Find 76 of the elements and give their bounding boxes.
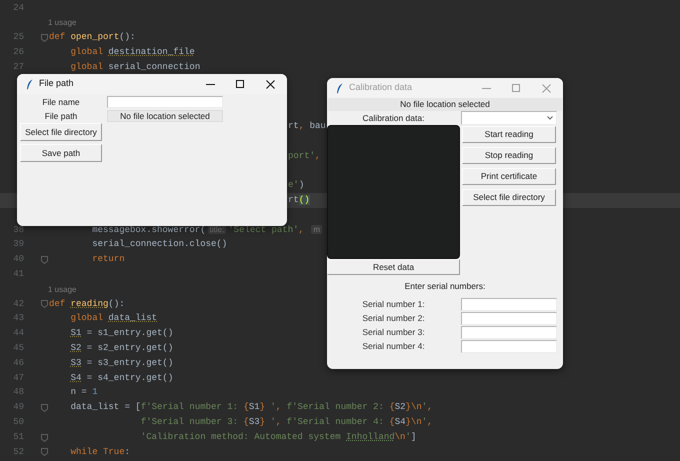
line-number: 47 <box>13 372 24 385</box>
line-number: 26 <box>13 46 24 60</box>
status-text: No file location selected <box>400 98 490 111</box>
line-number: 43 <box>13 312 24 326</box>
feather-icon <box>26 78 33 90</box>
action-button[interactable]: Stop reading <box>462 147 556 164</box>
fold-marker-icon[interactable] <box>41 34 48 42</box>
feather-icon <box>336 82 343 94</box>
field-label: Serial number 4: <box>362 340 425 352</box>
serial-number-field[interactable] <box>461 312 557 324</box>
reset-button[interactable]: Reset data <box>327 259 460 275</box>
field-label: File name <box>42 96 80 108</box>
code-line: S3 = s3_entry.get() <box>70 356 174 370</box>
window-title: Calibration data <box>349 81 412 94</box>
code-line: serial_connection.close() <box>92 238 228 252</box>
chevron-down-icon <box>547 116 553 120</box>
code-line: def open_port(): <box>49 31 136 44</box>
serial-number-field[interactable] <box>461 326 557 338</box>
code-line: while True: <box>70 446 130 459</box>
field-label: Serial number 2: <box>362 312 425 324</box>
line-number: 51 <box>13 430 24 444</box>
code-line: global serial_connection <box>70 60 200 74</box>
action-button[interactable]: Print certificate <box>462 168 556 185</box>
line-number: 38 <box>13 224 24 237</box>
code-line: S4 = s4_entry.get() <box>70 372 174 385</box>
fold-marker-icon[interactable] <box>41 404 48 412</box>
field-label: Calibration data: <box>362 112 424 124</box>
calibration-dropdown[interactable] <box>461 111 557 125</box>
code-line: global data_list <box>70 312 158 326</box>
line-number: 27 <box>13 60 24 74</box>
field-label: File path <box>44 110 78 122</box>
window-button[interactable]: Select file directory <box>20 123 102 141</box>
line-number: 48 <box>13 386 24 400</box>
serial-number-field[interactable] <box>461 298 557 310</box>
code-line: def reading(): <box>49 298 125 311</box>
maximize-icon[interactable] <box>236 80 244 88</box>
line-number: 39 <box>13 238 24 252</box>
file-name-field[interactable] <box>107 96 223 108</box>
code-line: return <box>92 253 125 266</box>
code-line: rt, bau <box>288 120 326 134</box>
line-number: 52 <box>13 446 24 459</box>
line-number: 40 <box>13 253 24 266</box>
window-title: File path <box>39 77 74 90</box>
code-line: n = 1 <box>70 386 98 400</box>
output-text-area[interactable] <box>327 125 460 259</box>
code-line: data_list = [f'Serial number 1: {S1} ', f'Serial number 2: {S2}\n', <box>70 401 433 414</box>
line-number: 46 <box>13 356 24 370</box>
code-line: 'Calibration method: Automated system Inholland\n'] <box>140 430 416 444</box>
action-button[interactable]: Start reading <box>462 126 556 143</box>
window-button[interactable]: Save path <box>20 144 102 162</box>
code-line: f'Serial number 3: {S3} ', f'Serial number 4: {S4}\n', <box>140 416 433 429</box>
field-label: Serial number 1: <box>362 298 425 310</box>
fold-marker-icon[interactable] <box>41 434 48 442</box>
code-line: S2 = s2_entry.get() <box>70 342 174 355</box>
line-number: 24 <box>13 2 24 15</box>
fold-marker-icon[interactable] <box>41 300 48 308</box>
code-line: port', <box>288 150 320 163</box>
code-line: S1 = s1_entry.get() <box>70 327 174 340</box>
code-line: global destination_file <box>70 46 195 60</box>
fold-marker-icon[interactable] <box>41 448 48 456</box>
line-number: 44 <box>13 327 24 340</box>
line-number: 49 <box>13 401 24 414</box>
field-label: Serial number 3: <box>362 326 425 338</box>
action-button[interactable]: Select file directory <box>462 189 556 206</box>
line-number: 50 <box>13 416 24 429</box>
serial-number-field[interactable] <box>461 340 557 352</box>
line-number: 42 <box>13 298 24 311</box>
close-icon[interactable] <box>266 80 275 88</box>
line-number: 25 <box>13 31 24 44</box>
code-line: rt() <box>288 194 310 207</box>
file-path-value: No file location selected <box>107 110 223 122</box>
line-number: 45 <box>13 342 24 355</box>
section-heading: Enter serial numbers: <box>404 280 486 292</box>
code-line: e') <box>288 179 304 192</box>
line-number: 41 <box>13 268 24 281</box>
fold-marker-icon[interactable] <box>41 256 48 264</box>
